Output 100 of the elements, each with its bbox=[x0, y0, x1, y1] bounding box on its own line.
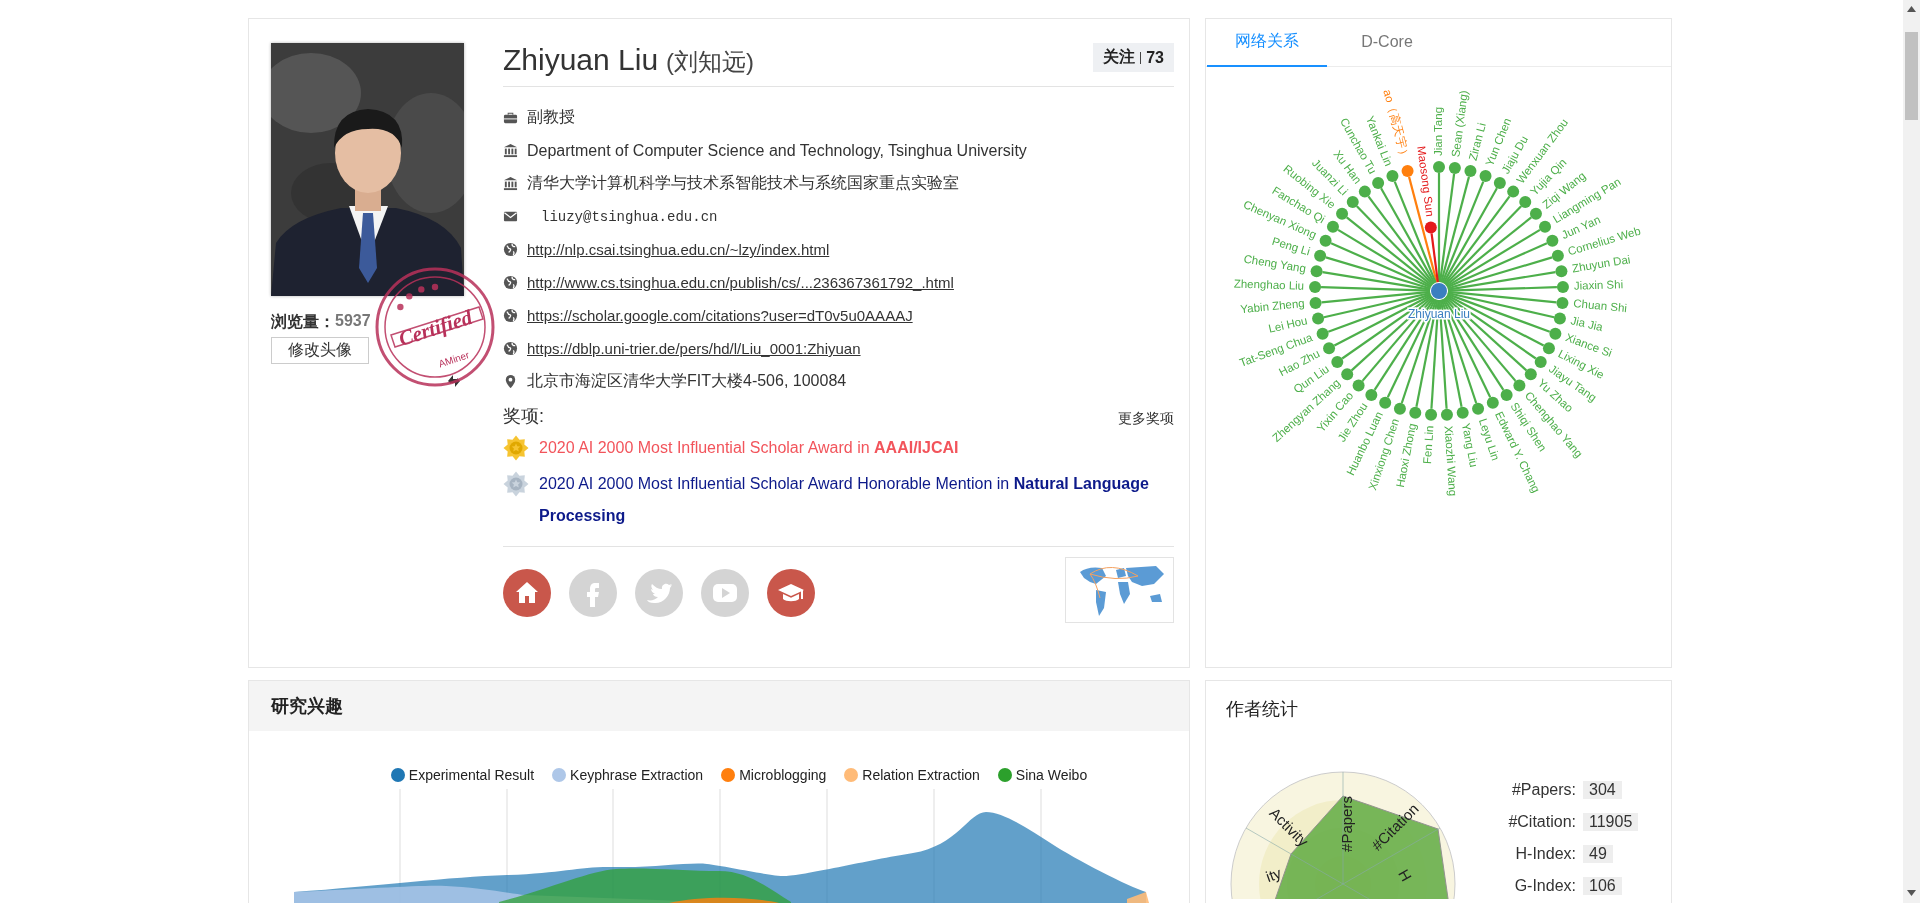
node-dot[interactable] bbox=[1310, 265, 1323, 278]
awards-heading: 奖项: bbox=[503, 405, 544, 428]
node-dot[interactable] bbox=[1319, 234, 1332, 247]
node-dot[interactable] bbox=[1464, 165, 1477, 178]
node-dot[interactable] bbox=[1401, 165, 1414, 178]
node-dot[interactable] bbox=[1425, 408, 1438, 421]
node-dot[interactable] bbox=[1519, 195, 1532, 208]
node-label: Fen Lin bbox=[1420, 425, 1436, 465]
legend-label[interactable]: Keyphrase Extraction bbox=[570, 767, 704, 783]
graduation-cap-icon[interactable] bbox=[767, 569, 815, 617]
node-dot[interactable] bbox=[1336, 207, 1349, 220]
node-label: Xiaozhi Wang bbox=[1442, 425, 1460, 497]
node-dot[interactable] bbox=[1331, 355, 1344, 368]
house-icon[interactable] bbox=[503, 569, 551, 617]
letter-f-icon[interactable] bbox=[569, 569, 617, 617]
node-dot[interactable] bbox=[1542, 342, 1555, 355]
play-icon[interactable] bbox=[701, 569, 749, 617]
node-dot[interactable] bbox=[1500, 388, 1513, 401]
medal-icon bbox=[503, 471, 529, 497]
node-label: Zhenghao Liu bbox=[1233, 277, 1305, 292]
node-label: Jian Tang bbox=[1432, 106, 1445, 156]
node-dot[interactable] bbox=[1309, 296, 1322, 309]
node-dot[interactable] bbox=[1358, 185, 1371, 198]
scroll-up-icon[interactable] bbox=[1907, 6, 1916, 12]
address-text: 北京市海淀区清华大学FIT大楼4-506, 100084 bbox=[527, 371, 847, 391]
web-link[interactable]: https://dblp.uni-trier.de/pers/hd/l/Liu_0001:Zhiyuan bbox=[527, 340, 861, 357]
node-dot[interactable] bbox=[1409, 406, 1422, 419]
globe-icon bbox=[503, 341, 518, 356]
node-dot[interactable] bbox=[1379, 396, 1392, 409]
node-dot[interactable] bbox=[1433, 161, 1445, 173]
stat-value: 11905 bbox=[1583, 813, 1639, 831]
node-dot[interactable] bbox=[1440, 408, 1453, 421]
legend-label[interactable]: Experimental Result bbox=[408, 767, 535, 783]
more-awards-link[interactable]: 更多奖项 bbox=[1118, 410, 1174, 428]
node-dot[interactable] bbox=[1493, 176, 1506, 189]
node-dot[interactable] bbox=[1529, 207, 1542, 220]
node-dot[interactable] bbox=[1456, 406, 1469, 419]
node-dot[interactable] bbox=[1553, 312, 1566, 325]
node-dot[interactable] bbox=[1312, 312, 1325, 325]
node-dot[interactable] bbox=[1546, 234, 1559, 247]
node-dot[interactable] bbox=[1309, 281, 1322, 294]
envelope-icon bbox=[503, 209, 518, 224]
globe-icon bbox=[503, 242, 518, 257]
email-text: liuzy@tsinghua.edu.cn bbox=[541, 208, 718, 225]
scrollbar-thumb[interactable] bbox=[1905, 32, 1918, 120]
node-dot[interactable] bbox=[1534, 355, 1547, 368]
stat-value: 304 bbox=[1583, 781, 1622, 799]
node-label: Jia Jia bbox=[1569, 314, 1604, 334]
world-map-thumbnail[interactable] bbox=[1065, 557, 1174, 623]
node-dot[interactable] bbox=[1486, 396, 1499, 409]
legend-label[interactable]: Microblogging bbox=[739, 767, 827, 783]
node-label: Lei Hou bbox=[1267, 314, 1309, 335]
node-dot[interactable] bbox=[1326, 220, 1339, 233]
legend-label[interactable]: Sina Weibo bbox=[1015, 767, 1088, 783]
award-text: 2020 AI 2000 Most Influential Scholar Award in AAAI/IJCAI bbox=[539, 438, 959, 458]
node-dot[interactable] bbox=[1555, 265, 1568, 278]
node-dot[interactable] bbox=[1424, 221, 1437, 234]
views-count: 5937 bbox=[335, 312, 371, 331]
web-link[interactable]: https://scholar.google.com/citations?user=dT0v5u0AAAAJ bbox=[527, 307, 913, 324]
node-dot[interactable] bbox=[1316, 327, 1329, 340]
stat-value: 49 bbox=[1583, 845, 1613, 863]
legend-label[interactable]: Relation Extraction bbox=[862, 767, 980, 783]
scroll-down-icon[interactable] bbox=[1907, 890, 1916, 896]
stat-label: H-Index: bbox=[1514, 845, 1576, 863]
node-dot[interactable] bbox=[1352, 379, 1365, 392]
follow-button[interactable]: 关注 73 bbox=[1093, 43, 1174, 72]
node-dot[interactable] bbox=[1507, 185, 1520, 198]
node-dot[interactable] bbox=[1479, 170, 1492, 183]
section-title: 研究兴趣 bbox=[271, 695, 343, 718]
node-dot[interactable] bbox=[1513, 379, 1526, 392]
stat-value: 106 bbox=[1583, 877, 1622, 895]
node-dot[interactable] bbox=[1551, 249, 1564, 262]
edit-avatar-button[interactable]: 修改头像 bbox=[271, 337, 369, 364]
axis-label: #Papers bbox=[1337, 796, 1355, 852]
node-dot[interactable] bbox=[1448, 162, 1461, 174]
node-dot[interactable] bbox=[1386, 170, 1399, 183]
node-dot[interactable] bbox=[1556, 281, 1569, 294]
node-dot[interactable] bbox=[1472, 402, 1485, 415]
node-dot[interactable] bbox=[1549, 327, 1562, 340]
briefcase-icon bbox=[503, 110, 518, 125]
node-dot[interactable] bbox=[1341, 368, 1354, 381]
node-dot[interactable] bbox=[1556, 296, 1569, 309]
center-node-dot[interactable] bbox=[1431, 283, 1447, 299]
stat-label: #Citation: bbox=[1507, 813, 1576, 831]
web-link[interactable]: http://www.cs.tsinghua.edu.cn/publish/cs/...236367361792_.html bbox=[527, 274, 954, 291]
node-dot[interactable] bbox=[1524, 368, 1537, 381]
stamp-icon bbox=[375, 267, 495, 387]
bird-icon[interactable] bbox=[635, 569, 683, 617]
node-dot[interactable] bbox=[1365, 388, 1378, 401]
node-dot[interactable] bbox=[1539, 220, 1552, 233]
award-text: 2020 AI 2000 Most Influential Scholar Award Honorable Mention in Natural Language Processing bbox=[539, 474, 1150, 526]
tab[interactable]: D-Core bbox=[1327, 19, 1447, 67]
web-link[interactable]: http://nlp.csai.tsinghua.edu.cn/~lzy/index.html bbox=[527, 241, 830, 258]
node-dot[interactable] bbox=[1346, 195, 1359, 208]
node-dot[interactable] bbox=[1372, 176, 1385, 189]
node-dot[interactable] bbox=[1393, 402, 1406, 415]
node-dot[interactable] bbox=[1314, 249, 1327, 262]
bank-icon bbox=[503, 143, 518, 158]
node-dot[interactable] bbox=[1323, 342, 1336, 355]
axis-label: H bbox=[1395, 866, 1416, 885]
